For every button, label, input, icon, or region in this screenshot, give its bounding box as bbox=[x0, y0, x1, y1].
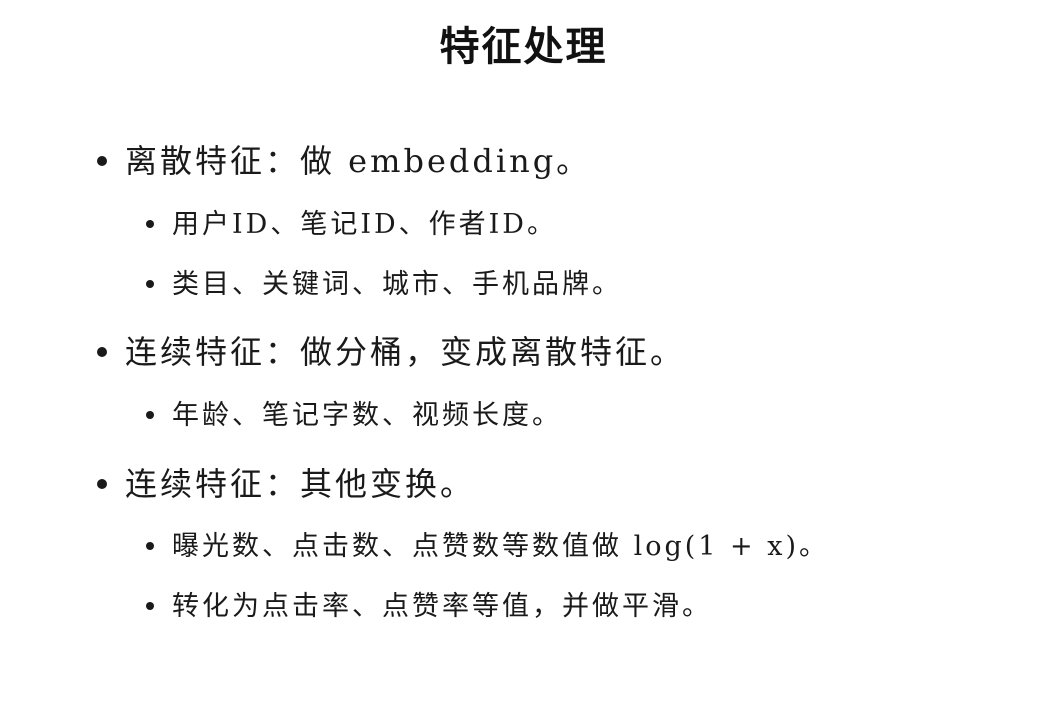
bullet-item: 连续特征：其他变换。 bbox=[97, 459, 475, 505]
bullet-icon bbox=[146, 279, 154, 288]
sub-bullet-text: 转化为点击率、点赞率等值，并做平滑。 bbox=[172, 591, 712, 622]
sub-bullet-item: 用户ID、笔记ID、作者ID。 bbox=[146, 202, 557, 241]
sub-bullet-text: 年龄、笔记字数、视频长度。 bbox=[172, 400, 562, 431]
slide: 特征处理 离散特征：做 embedding。 用户ID、笔记ID、作者ID。 类… bbox=[0, 0, 1047, 705]
bullet-icon bbox=[146, 601, 154, 610]
bullet-item: 连续特征：做分桶，变成离散特征。 bbox=[97, 327, 685, 373]
bullet-text: 离散特征：做 embedding。 bbox=[125, 142, 592, 180]
bullet-icon bbox=[97, 478, 107, 489]
bullet-text: 连续特征：做分桶，变成离散特征。 bbox=[125, 333, 686, 371]
sub-bullet-item: 曝光数、点击数、点赞数等数值做 log(1 + x)。 bbox=[146, 524, 829, 563]
sub-bullet-text: 用户ID、笔记ID、作者ID。 bbox=[172, 209, 557, 240]
sub-bullet-item: 年龄、笔记字数、视频长度。 bbox=[146, 393, 562, 432]
sub-bullet-text: 曝光数、点击数、点赞数等数值做 log(1 + x)。 bbox=[172, 531, 830, 562]
slide-title: 特征处理 bbox=[439, 24, 608, 70]
sub-bullet-item: 转化为点击率、点赞率等值，并做平滑。 bbox=[146, 584, 712, 623]
bullet-icon bbox=[97, 155, 107, 166]
sub-bullet-item: 类目、关键词、城市、手机品牌。 bbox=[146, 262, 622, 301]
bullet-icon bbox=[97, 346, 107, 357]
bullet-icon bbox=[146, 541, 154, 550]
bullet-text: 连续特征：其他变换。 bbox=[125, 465, 476, 503]
bullet-item: 离散特征：做 embedding。 bbox=[97, 136, 591, 182]
sub-bullet-text: 类目、关键词、城市、手机品牌。 bbox=[172, 269, 622, 300]
bullet-icon bbox=[146, 410, 154, 419]
bullet-icon bbox=[146, 219, 154, 228]
